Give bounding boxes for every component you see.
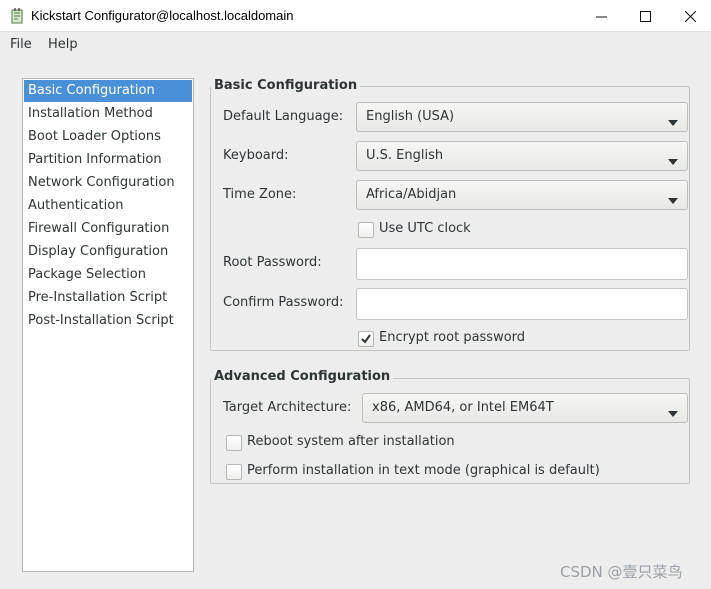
chevron-down-icon — [668, 406, 678, 421]
sidebar-item-network-configuration[interactable]: Network Configuration — [24, 172, 192, 194]
target-architecture-value: x86, AMD64, or Intel EM64T — [372, 400, 554, 415]
sidebar-item-display-configuration[interactable]: Display Configuration — [24, 241, 192, 263]
sidebar-list[interactable]: Basic Configuration Installation Method … — [22, 78, 194, 572]
time-zone-combo[interactable]: Africa/Abidjan — [356, 180, 688, 210]
default-language-combo[interactable]: English (USA) — [356, 102, 688, 132]
confirm-password-label: Confirm Password: — [223, 295, 344, 310]
watermark: CSDN @壹只菜鸟 — [560, 563, 683, 581]
close-button[interactable] — [667, 0, 711, 32]
encrypt-root-password-label: Encrypt root password — [379, 330, 526, 345]
sidebar-item-package-selection[interactable]: Package Selection — [24, 264, 192, 286]
reboot-after-install-checkbox[interactable] — [226, 435, 242, 451]
reboot-after-install-label: Reboot system after installation — [247, 434, 455, 449]
default-language-value: English (USA) — [366, 109, 455, 124]
close-icon — [684, 10, 696, 22]
minimize-button[interactable] — [578, 0, 624, 32]
menu-help[interactable]: Help — [48, 37, 78, 52]
default-language-label: Default Language: — [223, 109, 344, 124]
target-architecture-label: Target Architecture: — [223, 400, 352, 415]
sidebar-item-pre-installation-script[interactable]: Pre-Installation Script — [24, 287, 192, 309]
sidebar-item-installation-method[interactable]: Installation Method — [24, 103, 192, 125]
encrypt-root-password-checkbox[interactable] — [358, 331, 374, 347]
confirm-password-input[interactable] — [356, 288, 688, 320]
chevron-down-icon — [668, 115, 678, 130]
use-utc-clock-checkbox[interactable] — [358, 222, 374, 238]
chevron-down-icon — [668, 154, 678, 169]
sidebar-item-basic-configuration[interactable]: Basic Configuration — [24, 80, 192, 102]
checkmark-icon — [361, 334, 371, 344]
chevron-down-icon — [668, 193, 678, 208]
root-password-input[interactable] — [356, 248, 688, 280]
time-zone-value: Africa/Abidjan — [366, 187, 457, 202]
target-architecture-combo[interactable]: x86, AMD64, or Intel EM64T — [362, 393, 688, 423]
minimize-icon — [595, 11, 607, 22]
sidebar-item-boot-loader-options[interactable]: Boot Loader Options — [24, 126, 192, 148]
sidebar-item-post-installation-script[interactable]: Post-Installation Script — [24, 310, 192, 332]
sidebar-item-authentication[interactable]: Authentication — [24, 195, 192, 217]
sidebar-item-partition-information[interactable]: Partition Information — [24, 149, 192, 171]
root-password-label: Root Password: — [223, 255, 322, 270]
maximize-button[interactable] — [622, 0, 668, 32]
menu-file[interactable]: File — [10, 37, 32, 52]
keyboard-value: U.S. English — [366, 148, 444, 163]
text-mode-checkbox[interactable] — [226, 464, 242, 480]
menu-bar: File Help — [0, 32, 711, 57]
window-title: Kickstart Configurator@localhost.localdo… — [31, 8, 294, 23]
app-icon — [10, 8, 24, 24]
basic-configuration-title: Basic Configuration — [211, 78, 361, 93]
keyboard-combo[interactable]: U.S. English — [356, 141, 688, 171]
text-mode-label: Perform installation in text mode (graph… — [247, 463, 600, 478]
title-bar: Kickstart Configurator@localhost.localdo… — [0, 0, 711, 32]
keyboard-label: Keyboard: — [223, 148, 289, 163]
advanced-configuration-title: Advanced Configuration — [211, 369, 394, 384]
time-zone-label: Time Zone: — [223, 187, 297, 202]
sidebar-item-firewall-configuration[interactable]: Firewall Configuration — [24, 218, 192, 240]
use-utc-clock-label: Use UTC clock — [379, 221, 471, 236]
maximize-icon — [639, 10, 651, 22]
